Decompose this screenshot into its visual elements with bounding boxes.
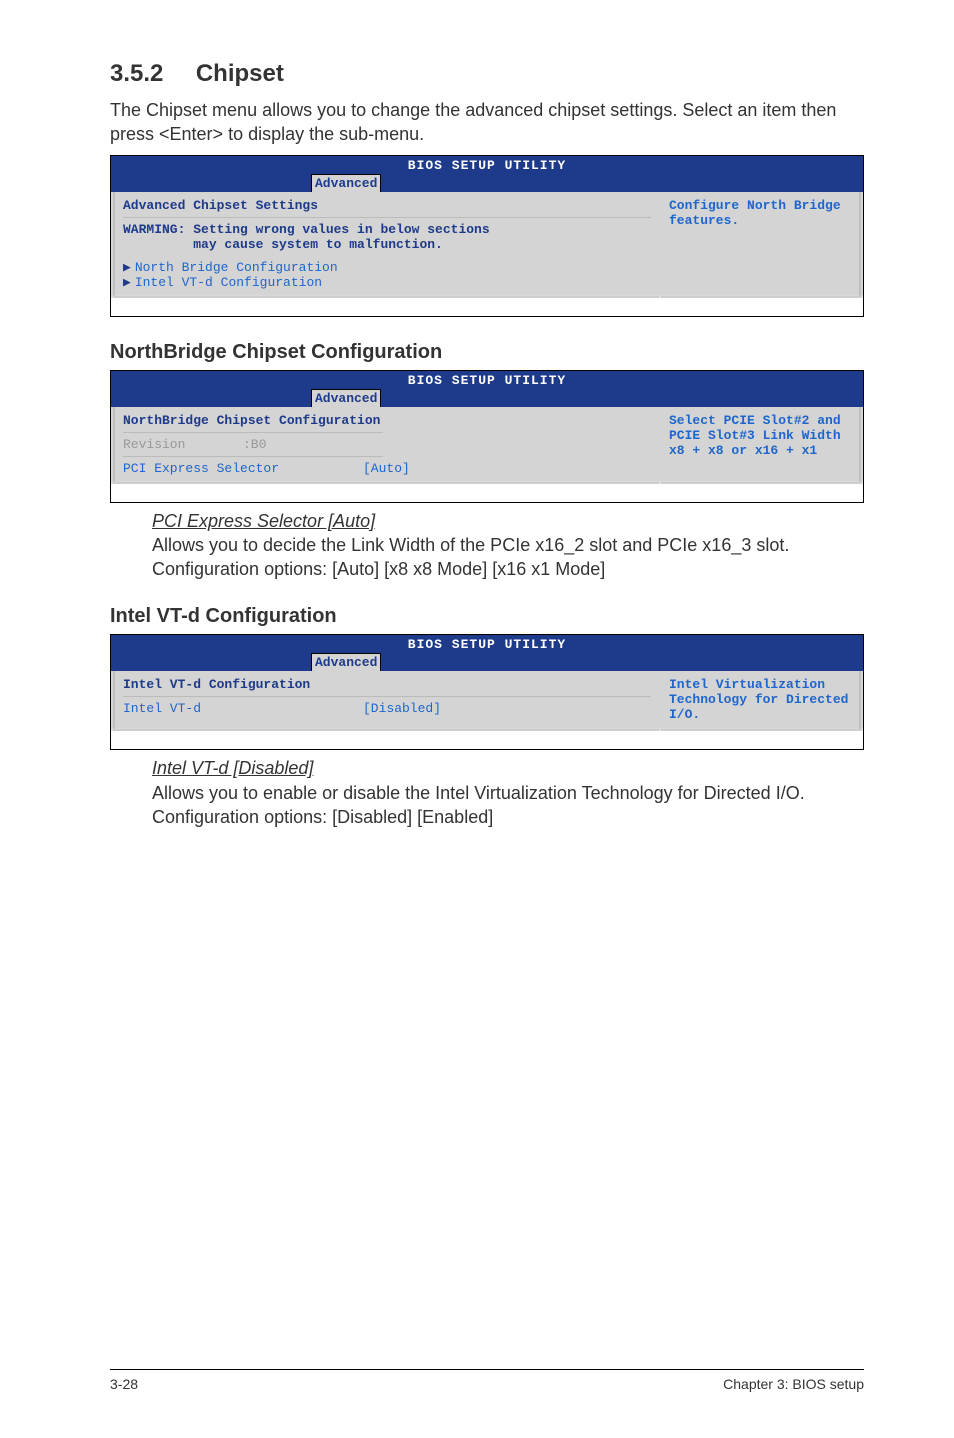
bios-header-title: BIOS SETUP UTILITY (111, 373, 863, 388)
section-number: 3.5.2 (110, 60, 163, 88)
bios-subtitle: NorthBridge Chipset Configuration (123, 413, 380, 428)
subheading-vtd: Intel VT-d Configuration (110, 605, 864, 628)
item-pci-express: PCI Express Selector [Auto] Allows you t… (152, 509, 864, 582)
page-footer: 3-28 Chapter 3: BIOS setup (110, 1369, 864, 1392)
section-heading: 3.5.2 Chipset (110, 60, 864, 88)
item-title: PCI Express Selector [Auto] (152, 509, 864, 533)
chapter-label: Chapter 3: BIOS setup (723, 1376, 864, 1392)
item-desc: Allows you to enable or disable the Inte… (152, 781, 864, 805)
bios-help-panel: Configure North Bridge features. (661, 192, 861, 298)
bios-help-panel: Select PCIE Slot#2 and PCIE Slot#3 Link … (661, 407, 861, 484)
bios-tab-advanced[interactable]: Advanced (311, 389, 381, 407)
bios-header: BIOS SETUP UTILITY Advanced (111, 156, 863, 192)
bios-vtd-value[interactable]: [Disabled] (363, 701, 441, 716)
subheading-northbridge: NorthBridge Chipset Configuration (110, 341, 864, 364)
bios-header-title: BIOS SETUP UTILITY (111, 637, 863, 652)
triangle-icon: ▶ (123, 260, 131, 275)
bios-pci-value[interactable]: [Auto] (363, 461, 410, 476)
bios-tab-advanced[interactable]: Advanced (311, 174, 381, 192)
bios-item-northbridge[interactable]: North Bridge Configuration (135, 260, 338, 275)
bios-warning-line2: may cause system to malfunction. (123, 237, 443, 252)
item-desc: Allows you to decide the Link Width of t… (152, 533, 864, 557)
bios-warning-line1: WARMING: Setting wrong values in below s… (123, 222, 490, 237)
item-options: Configuration options: [Auto] [x8 x8 Mod… (152, 557, 864, 581)
bios-pci-label: PCI Express Selector (123, 461, 363, 476)
bios-left-panel: Intel VT-d Configuration Intel VT-d [Dis… (113, 671, 659, 731)
bios-screen-northbridge: BIOS SETUP UTILITY Advanced NorthBridge … (110, 370, 864, 503)
bios-header: BIOS SETUP UTILITY Advanced (111, 635, 863, 671)
section-intro: The Chipset menu allows you to change th… (110, 98, 864, 147)
bios-screen-vtd: BIOS SETUP UTILITY Advanced Intel VT-d C… (110, 634, 864, 750)
item-options: Configuration options: [Disabled] [Enabl… (152, 805, 864, 829)
bios-item-vtd[interactable]: Intel VT-d Configuration (135, 275, 322, 290)
bios-tab-advanced[interactable]: Advanced (311, 653, 381, 671)
bios-screen-chipset: BIOS SETUP UTILITY Advanced Advanced Chi… (110, 155, 864, 317)
item-title: Intel VT-d [Disabled] (152, 756, 864, 780)
bios-left-panel: NorthBridge Chipset Configuration Revisi… (113, 407, 659, 484)
bios-help-panel: Intel Virtualization Technology for Dire… (661, 671, 861, 731)
page-number: 3-28 (110, 1376, 138, 1392)
bios-setting-title: Advanced Chipset Settings (123, 198, 318, 213)
bios-revision-value: :B0 (243, 437, 266, 452)
bios-subtitle: Intel VT-d Configuration (123, 677, 310, 692)
section-title: Chipset (196, 60, 284, 88)
item-vtd: Intel VT-d [Disabled] Allows you to enab… (152, 756, 864, 829)
bios-header-title: BIOS SETUP UTILITY (111, 158, 863, 173)
bios-left-panel: Advanced Chipset Settings WARMING: Setti… (113, 192, 659, 298)
triangle-icon: ▶ (123, 275, 131, 290)
bios-revision-label: Revision (123, 437, 243, 452)
bios-vtd-label: Intel VT-d (123, 701, 363, 716)
bios-header: BIOS SETUP UTILITY Advanced (111, 371, 863, 407)
